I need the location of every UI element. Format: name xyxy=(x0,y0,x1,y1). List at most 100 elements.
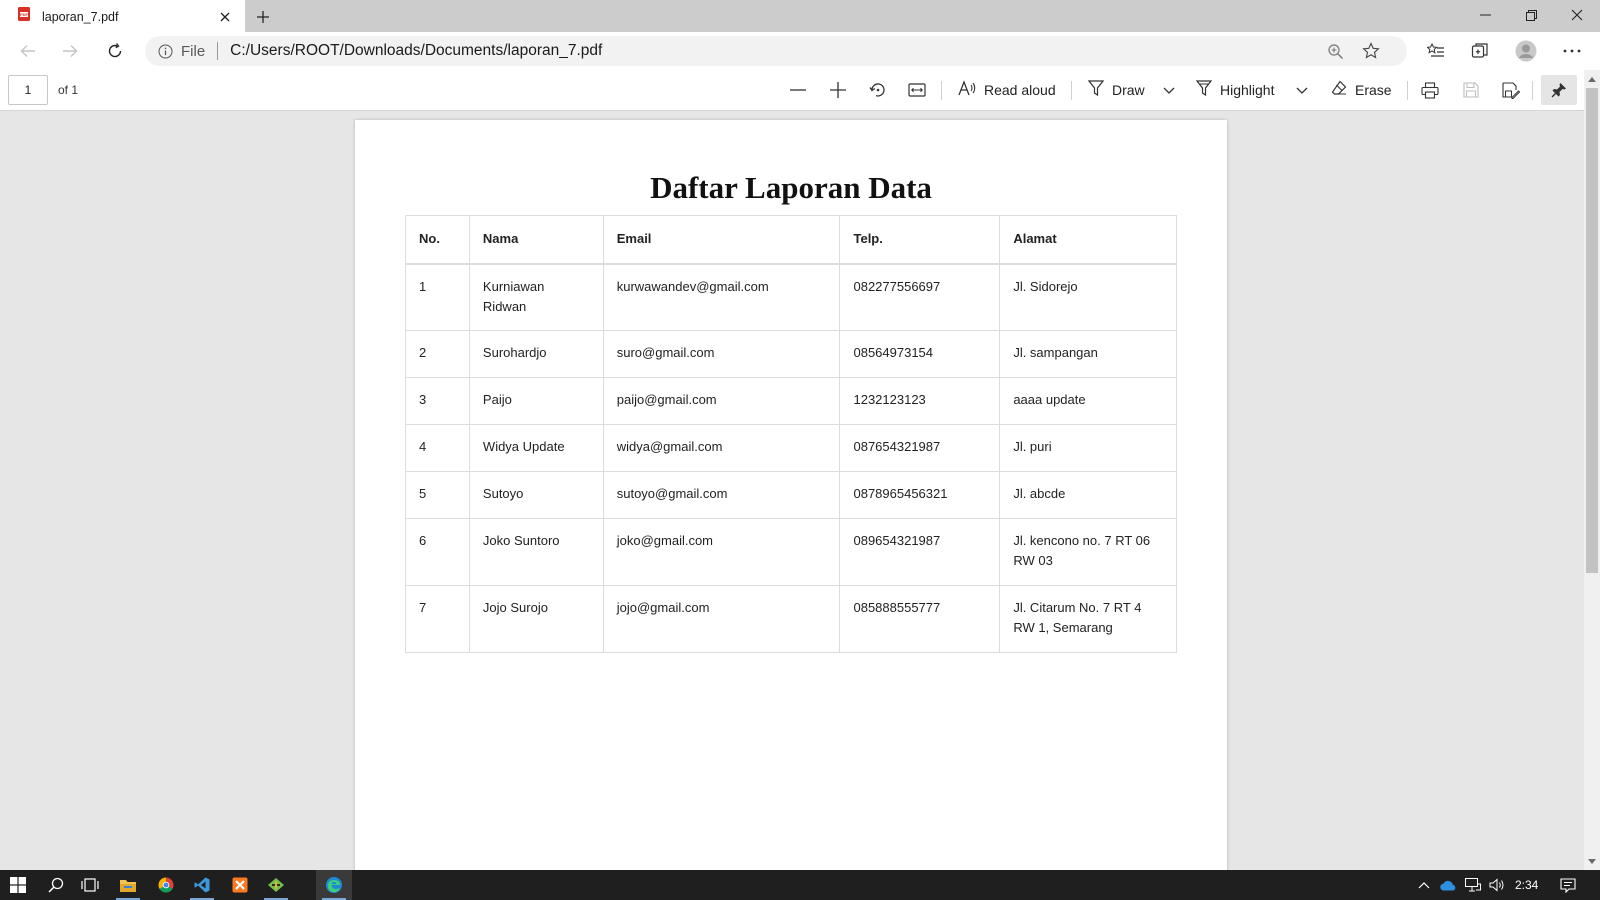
favorites-icon[interactable] xyxy=(1420,35,1452,67)
table-header-row: No. Nama Email Telp. Alamat xyxy=(405,215,1177,265)
rotate-icon[interactable] xyxy=(863,75,893,105)
table-row: 1 Kurniawan Ridwan kurwawandev@gmail.com… xyxy=(405,263,1177,331)
cell-alamat: Jl. sampangan xyxy=(999,330,1177,378)
erase-button[interactable]: Erase xyxy=(1331,75,1395,105)
cell-nama: Kurniawan Ridwan xyxy=(468,263,604,331)
tab-title: laporan_7.pdf xyxy=(42,9,119,24)
cell-telp: 085888555777 xyxy=(839,585,1001,653)
save-icon[interactable] xyxy=(1456,75,1486,105)
show-hidden-icons-chevron-icon[interactable] xyxy=(1414,870,1434,900)
pin-toolbar-icon[interactable] xyxy=(1541,75,1577,105)
volume-icon[interactable] xyxy=(1485,870,1509,900)
windows-start-icon[interactable] xyxy=(0,870,36,900)
cell-telp: 08564973154 xyxy=(839,330,1001,378)
cell-email: kurwawandev@gmail.com xyxy=(602,263,841,331)
url-text[interactable]: C:/Users/ROOT/Downloads/Documents/lapora… xyxy=(230,42,602,60)
cell-no: 4 xyxy=(405,424,470,472)
cell-alamat: Jl. Citarum No. 7 RT 4 RW 1, Semarang xyxy=(999,585,1177,653)
toolbar-separator xyxy=(1532,81,1533,100)
favorite-star-icon[interactable] xyxy=(1356,36,1386,66)
highlight-options-chevron-icon[interactable] xyxy=(1290,75,1314,105)
highlight-label: Highlight xyxy=(1220,82,1275,98)
highlight-button[interactable]: Highlight xyxy=(1195,75,1282,105)
table-row: 7 Jojo Surojo jojo@gmail.com 08588855577… xyxy=(405,585,1177,653)
cell-telp: 087654321987 xyxy=(839,424,1001,472)
cell-email: sutoyo@gmail.com xyxy=(602,471,841,519)
toolbar-separator xyxy=(941,81,942,100)
address-bar[interactable]: File C:/Users/ROOT/Downloads/Documents/l… xyxy=(145,36,1407,66)
print-icon[interactable] xyxy=(1415,75,1445,105)
tab-laporan[interactable]: PDF laporan_7.pdf xyxy=(0,0,245,33)
cell-alamat: Jl. kencono no. 7 RT 06 RW 03 xyxy=(999,518,1177,586)
file-explorer-icon[interactable] xyxy=(110,870,146,900)
erase-label: Erase xyxy=(1355,82,1392,98)
draw-pen-icon xyxy=(1087,79,1105,102)
eraser-icon xyxy=(1331,80,1347,101)
cell-alamat: Jl. Sidorejo xyxy=(999,263,1177,331)
cell-email: suro@gmail.com xyxy=(602,330,841,378)
cell-email: joko@gmail.com xyxy=(602,518,841,586)
onedrive-cloud-icon[interactable] xyxy=(1437,870,1459,900)
close-tab-icon[interactable] xyxy=(211,3,239,31)
profile-avatar-icon[interactable] xyxy=(1510,35,1542,67)
read-aloud-label: Read aloud xyxy=(984,82,1056,98)
info-icon[interactable] xyxy=(157,43,173,59)
cell-email: widya@gmail.com xyxy=(602,424,841,472)
cmder-terminal-icon[interactable] xyxy=(258,870,294,900)
cell-telp: 0878965456321 xyxy=(839,471,1001,519)
chrome-icon[interactable] xyxy=(148,870,184,900)
edge-browser-icon[interactable] xyxy=(316,870,352,900)
read-aloud-icon xyxy=(958,79,976,101)
save-as-icon[interactable] xyxy=(1496,75,1526,105)
table-row: 6 Joko Suntoro joko@gmail.com 0896543219… xyxy=(405,518,1177,586)
cell-nama: Paijo xyxy=(468,377,604,425)
report-table: No. Nama Email Telp. Alamat 1 Kurniawan … xyxy=(405,215,1177,653)
cell-nama: Jojo Surojo xyxy=(468,585,604,653)
zoom-icon[interactable] xyxy=(1320,36,1350,66)
taskbar: 2:34 xyxy=(0,870,1600,900)
page-number-input[interactable]: 1 xyxy=(8,75,48,105)
zoom-in-icon[interactable] xyxy=(823,75,853,105)
collections-icon[interactable] xyxy=(1464,35,1496,67)
close-window-icon[interactable] xyxy=(1554,0,1600,30)
cell-nama: Sutoyo xyxy=(468,471,604,519)
task-view-icon[interactable] xyxy=(72,870,108,900)
scroll-up-icon[interactable] xyxy=(1584,72,1600,86)
zoom-out-icon[interactable] xyxy=(783,75,813,105)
cell-no: 1 xyxy=(405,263,470,331)
network-icon[interactable] xyxy=(1462,870,1484,900)
pdf-viewer: Daftar Laporan Data No. Nama Email Telp.… xyxy=(0,111,1584,870)
restore-icon[interactable] xyxy=(1508,0,1554,30)
cell-no: 6 xyxy=(405,518,470,586)
page-count: of 1 xyxy=(58,83,79,97)
xampp-icon[interactable] xyxy=(222,870,258,900)
fit-page-icon[interactable] xyxy=(902,75,932,105)
vscode-icon[interactable] xyxy=(184,870,220,900)
search-icon[interactable] xyxy=(38,870,74,900)
cell-nama: Joko Suntoro xyxy=(468,518,604,586)
forward-icon[interactable] xyxy=(54,35,86,67)
highlighter-icon xyxy=(1195,79,1213,102)
vertical-scrollbar[interactable] xyxy=(1584,70,1600,870)
notifications-icon[interactable] xyxy=(1554,870,1582,900)
column-header-email: Email xyxy=(602,215,841,265)
back-icon[interactable] xyxy=(12,35,44,67)
refresh-icon[interactable] xyxy=(99,35,131,67)
column-header-alamat: Alamat xyxy=(999,215,1177,265)
new-tab-icon[interactable] xyxy=(250,4,276,30)
table-row: 5 Sutoyo sutoyo@gmail.com 0878965456321 … xyxy=(405,471,1177,519)
scrollbar-thumb[interactable] xyxy=(1586,88,1598,573)
pdf-page: Daftar Laporan Data No. Nama Email Telp.… xyxy=(355,120,1227,870)
taskbar-clock[interactable]: 2:34 xyxy=(1515,878,1538,892)
cell-email: paijo@gmail.com xyxy=(602,377,841,425)
draw-options-chevron-icon[interactable] xyxy=(1157,75,1181,105)
cell-telp: 1232123123 xyxy=(839,377,1001,425)
draw-label: Draw xyxy=(1112,82,1145,98)
minimize-icon[interactable] xyxy=(1462,0,1508,30)
cell-email: jojo@gmail.com xyxy=(602,585,841,653)
toolbar-separator xyxy=(1407,81,1408,100)
draw-button[interactable]: Draw xyxy=(1087,75,1150,105)
more-menu-icon[interactable] xyxy=(1556,35,1588,67)
read-aloud-button[interactable]: Read aloud xyxy=(958,75,1058,105)
scroll-down-icon[interactable] xyxy=(1584,854,1600,868)
